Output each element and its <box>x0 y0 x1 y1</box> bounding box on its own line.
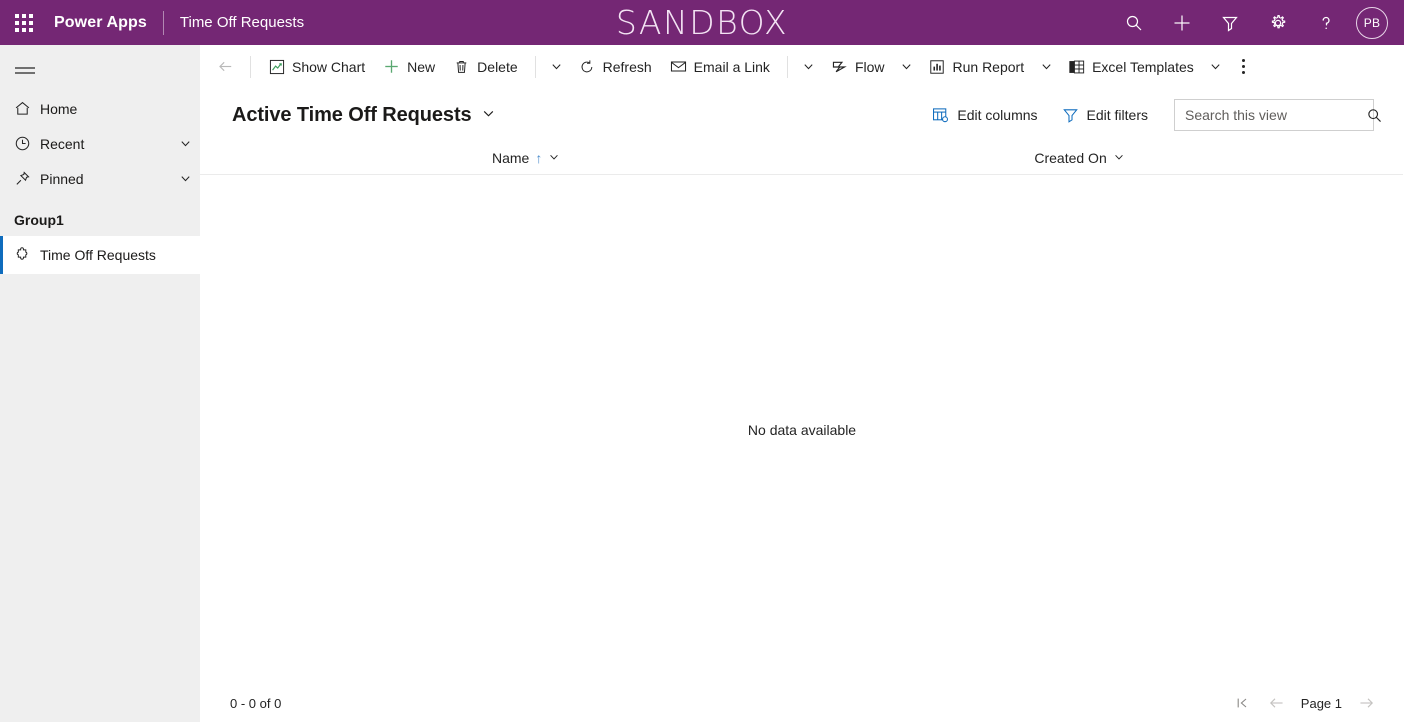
app-launcher-icon[interactable] <box>0 0 48 45</box>
clock-icon <box>14 135 40 152</box>
record-count: 0 - 0 of 0 <box>230 695 282 711</box>
command-label: Flow <box>854 58 885 75</box>
email-link-icon <box>670 59 687 74</box>
header-divider <box>162 10 164 35</box>
grid-footer: 0 - 0 of 0 Page 1 <box>200 684 1404 722</box>
column-header-name[interactable]: Name ↑ <box>200 141 560 175</box>
new-button[interactable]: New <box>374 51 444 83</box>
previous-page-icon[interactable] <box>1261 688 1293 718</box>
header-actions: PB <box>1110 0 1404 45</box>
app-name-label: Time Off Requests <box>179 14 305 31</box>
sidebar-item-recent[interactable]: Recent <box>0 126 200 161</box>
sidebar-item-label: Time Off Requests <box>40 247 156 263</box>
search-input[interactable] <box>1185 107 1366 123</box>
grid-body: No data available <box>200 175 1404 684</box>
help-icon[interactable] <box>1302 0 1350 45</box>
overflow-menu-icon[interactable] <box>1229 51 1259 83</box>
view-actions: Edit columns Edit filters <box>922 99 1381 131</box>
sort-ascending-icon: ↑ <box>535 149 543 166</box>
page-indicator: Page 1 <box>1300 695 1342 711</box>
trash-icon <box>453 59 470 75</box>
plus-icon <box>383 58 400 75</box>
avatar[interactable]: PB <box>1356 6 1388 39</box>
chevron-down-icon[interactable] <box>170 137 200 150</box>
puzzle-icon <box>14 246 40 264</box>
show-chart-button[interactable]: Show Chart <box>259 51 374 83</box>
edit-columns-icon <box>932 107 949 123</box>
sidebar-item-home[interactable]: Home <box>0 91 200 126</box>
chart-icon <box>268 59 285 75</box>
next-page-icon[interactable] <box>1350 688 1382 718</box>
sidebar-item-label: Home <box>40 100 78 117</box>
app-header: Power Apps Time Off Requests SANDBOX PB <box>0 0 1404 45</box>
back-arrow-icon[interactable] <box>208 51 242 83</box>
column-label: Created On <box>1034 149 1107 166</box>
main-content: Show Chart New Delete Refresh Email a Li… <box>200 45 1404 722</box>
edit-filters-label: Edit filters <box>1086 107 1148 123</box>
flow-icon <box>831 59 848 75</box>
sidebar-item-time-off-requests[interactable]: Time Off Requests <box>0 236 200 274</box>
excel-chevron-down-icon[interactable] <box>1203 51 1229 83</box>
empty-state-message: No data available <box>747 421 857 438</box>
view-selector[interactable]: Active Time Off Requests <box>232 104 496 127</box>
records-grid: Name ↑ Created On No data available <box>200 141 1404 684</box>
gear-icon[interactable] <box>1254 0 1302 45</box>
view-header: Active Time Off Requests Edit columns Ed… <box>200 89 1404 141</box>
edit-columns-button[interactable]: Edit columns <box>922 99 1047 131</box>
command-label: Email a Link <box>693 58 770 75</box>
chevron-down-icon[interactable] <box>1113 150 1125 166</box>
command-label: Delete <box>477 58 518 75</box>
command-label: Run Report <box>952 58 1025 75</box>
home-icon <box>14 100 40 117</box>
excel-templates-button[interactable]: Excel Templates <box>1059 51 1203 83</box>
refresh-icon <box>579 59 596 75</box>
first-page-icon[interactable] <box>1227 688 1259 718</box>
search-icon[interactable] <box>1110 0 1158 45</box>
page-title: Active Time Off Requests <box>232 103 472 126</box>
filter-icon <box>1062 107 1079 123</box>
refresh-button[interactable]: Refresh <box>570 51 661 83</box>
edit-filters-button[interactable]: Edit filters <box>1052 99 1158 131</box>
pagination: Page 1 <box>1227 688 1382 718</box>
sidebar-item-label: Pinned <box>40 170 84 187</box>
column-header-created-on[interactable]: Created On <box>560 141 1124 175</box>
column-label: Name <box>492 149 530 166</box>
pin-icon <box>14 170 40 187</box>
grid-header-row: Name ↑ Created On <box>200 141 1403 175</box>
app-body: Home Recent Pinned Group1 Time Off Reque… <box>0 45 1404 722</box>
command-label: New <box>407 58 436 75</box>
chevron-down-icon[interactable] <box>548 150 560 166</box>
command-divider <box>786 55 788 78</box>
edit-columns-label: Edit columns <box>957 107 1038 123</box>
flow-chevron-down-icon[interactable] <box>894 51 920 83</box>
command-bar: Show Chart New Delete Refresh Email a Li… <box>200 45 1404 89</box>
delete-chevron-down-icon[interactable] <box>544 51 570 83</box>
sidebar: Home Recent Pinned Group1 Time Off Reque… <box>0 45 200 722</box>
command-label: Excel Templates <box>1092 58 1194 75</box>
brand-label[interactable]: Power Apps <box>48 14 147 32</box>
command-divider <box>534 55 536 78</box>
run-report-chevron-down-icon[interactable] <box>1033 51 1059 83</box>
chevron-down-icon[interactable] <box>481 104 496 127</box>
report-icon <box>929 59 946 75</box>
chevron-down-icon[interactable] <box>170 172 200 185</box>
search-view-box[interactable] <box>1174 99 1381 131</box>
sidebar-group-title: Group1 <box>14 212 64 228</box>
sidebar-item-pinned[interactable]: Pinned <box>0 161 200 196</box>
delete-button[interactable]: Delete <box>444 51 526 83</box>
sidebar-item-label: Recent <box>40 135 85 152</box>
email-a-link-button[interactable]: Email a Link <box>661 51 779 83</box>
hamburger-icon[interactable] <box>0 51 200 91</box>
search-icon[interactable] <box>1366 107 1383 124</box>
excel-icon <box>1068 59 1085 75</box>
flow-button[interactable]: Flow <box>822 51 894 83</box>
filter-icon[interactable] <box>1206 0 1254 45</box>
command-label: Refresh <box>602 58 652 75</box>
power-apps-window: Power Apps Time Off Requests SANDBOX PB … <box>0 0 1404 722</box>
run-report-button[interactable]: Run Report <box>920 51 1034 83</box>
command-divider <box>250 55 251 78</box>
command-label: Show Chart <box>292 58 366 75</box>
email-chevron-down-icon[interactable] <box>796 51 822 83</box>
plus-icon[interactable] <box>1158 0 1206 45</box>
